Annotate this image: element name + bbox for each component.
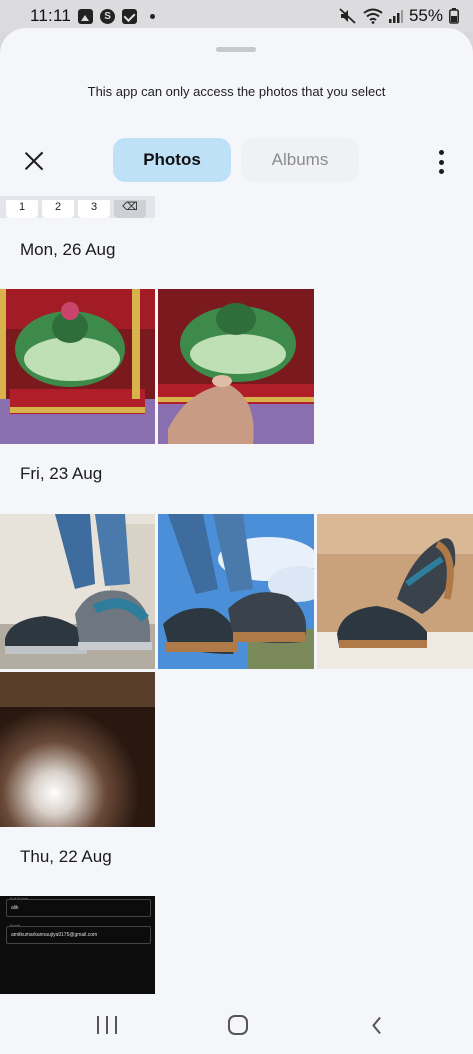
more-dot <box>438 150 444 155</box>
sneaker-pair-photo <box>317 514 473 669</box>
photo-thumbnail[interactable] <box>317 514 473 669</box>
photo-thumbnail[interactable] <box>0 289 155 444</box>
dot-icon <box>150 13 156 19</box>
keyboard-key: 1 <box>6 200 38 218</box>
more-options-button[interactable] <box>430 148 452 176</box>
tab-photos[interactable]: Photos <box>113 138 231 182</box>
photo-thumbnail[interactable] <box>0 672 155 827</box>
battery-percent: 55% <box>408 6 443 25</box>
battery-icon <box>449 8 459 24</box>
section-date: Thu, 22 Aug <box>20 847 112 866</box>
shrine-photo-hand <box>158 289 314 444</box>
wifi-icon <box>363 8 383 24</box>
close-button[interactable] <box>20 148 48 176</box>
sneaker-photo <box>0 514 155 669</box>
keyboard-key: 2 <box>42 200 74 218</box>
screenshot-field-value: amitkumarkannaujiya9175@gmail.com <box>11 932 98 938</box>
more-dot <box>438 159 444 165</box>
status-right: 55% <box>339 6 459 26</box>
screenshot-field-value: alik <box>11 905 19 911</box>
check-icon <box>122 8 138 24</box>
shrine-photo <box>0 289 155 444</box>
picker-toolbar: Photos Albums <box>0 136 473 186</box>
drag-handle[interactable] <box>216 47 256 52</box>
keyboard-key: 3 <box>78 200 110 218</box>
back-icon[interactable] <box>366 1016 380 1034</box>
screenshot-field-box: alik <box>6 899 151 917</box>
recent-apps-icon[interactable] <box>97 1016 117 1034</box>
status-time: 11:11 <box>30 6 72 25</box>
skype-icon: S <box>100 8 116 24</box>
tab-albums[interactable]: Albums <box>241 138 359 182</box>
dark-floor-photo <box>0 672 155 827</box>
photo-thumbnail[interactable]: Full Name alik Email amitkumarkannaujiya… <box>0 896 155 994</box>
home-icon[interactable] <box>228 1015 248 1035</box>
photo-thumbnail[interactable] <box>158 514 314 669</box>
section-date: Fri, 23 Aug <box>20 464 103 483</box>
photo-thumbnail[interactable] <box>0 514 155 669</box>
signal-icon <box>388 10 403 23</box>
photo-picker-sheet: This app can only access the photos that… <box>0 28 473 1054</box>
sneaker-sky-photo <box>158 514 314 669</box>
gallery-icon <box>78 8 94 24</box>
backspace-icon: ⌫ <box>114 200 146 218</box>
more-dot <box>438 169 444 174</box>
mute-icon <box>339 8 356 24</box>
navigation-bar <box>0 994 473 1054</box>
access-notice: This app can only access the photos that… <box>87 84 386 99</box>
section-date: Mon, 26 Aug <box>20 240 116 259</box>
partial-photo-keyboard[interactable]: 1 2 3 ⌫ <box>0 196 155 218</box>
photo-thumbnail[interactable] <box>158 289 314 444</box>
status-left: 11:11 S <box>30 6 156 26</box>
screenshot-field-box: amitkumarkannaujiya9175@gmail.com <box>6 926 151 944</box>
